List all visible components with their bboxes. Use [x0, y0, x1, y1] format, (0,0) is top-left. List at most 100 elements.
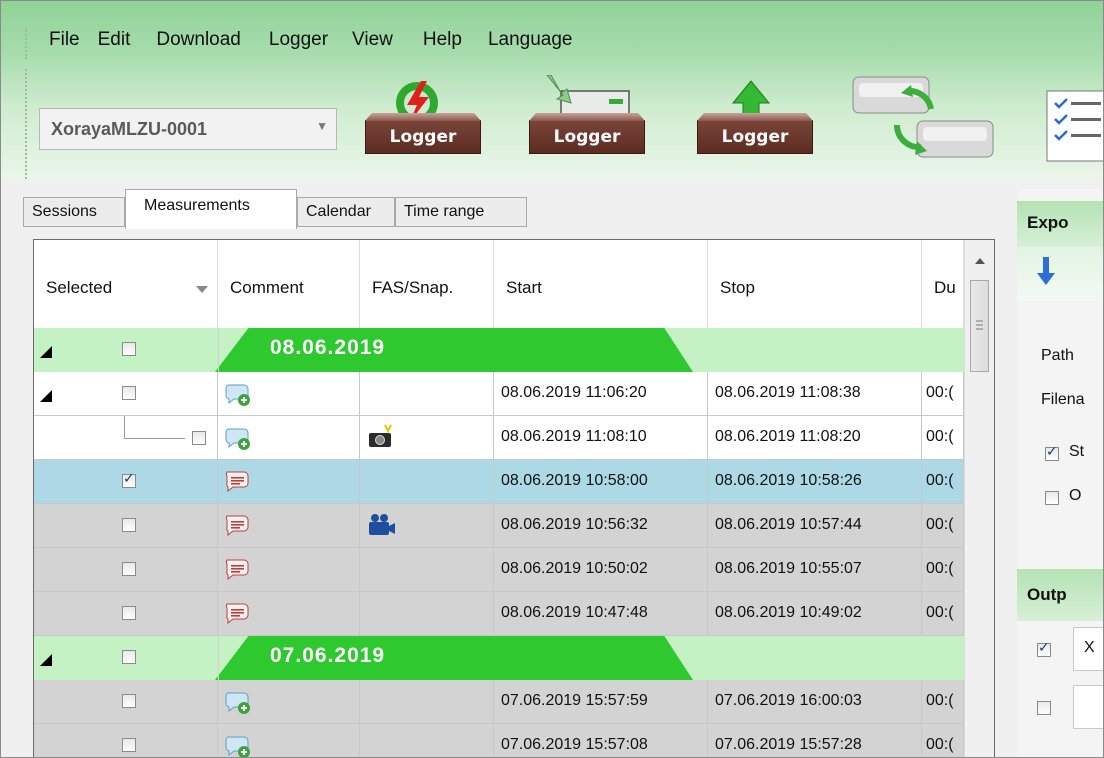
menu-file[interactable]: File — [45, 29, 94, 57]
comment-add-icon[interactable] — [224, 733, 252, 758]
snap-cell[interactable] — [360, 504, 494, 548]
column-header-stop[interactable]: Stop — [708, 240, 922, 328]
output-checkbox-1[interactable] — [1037, 640, 1051, 657]
comment-cell[interactable] — [218, 416, 360, 460]
column-header-fas-snap[interactable]: FAS/Snap. — [360, 240, 494, 328]
collapse-icon[interactable] — [40, 654, 52, 666]
menu-download[interactable]: Download — [152, 29, 265, 57]
column-header-start[interactable]: Start — [494, 240, 708, 328]
comment-cell[interactable] — [218, 460, 360, 504]
table-cell[interactable] — [34, 460, 218, 504]
comment-add-icon[interactable] — [224, 381, 252, 407]
comment-text-icon[interactable] — [224, 469, 252, 495]
arrow-down-icon[interactable] — [1031, 253, 1071, 293]
column-header-comment[interactable]: Comment — [218, 240, 360, 328]
logger-download-button[interactable]: Logger — [527, 75, 651, 157]
table-row[interactable]: 07.06.2019 15:57:59 07.06.2019 16:00:03 00… — [34, 680, 964, 724]
output-field-2[interactable] — [1073, 685, 1103, 729]
group-checkbox[interactable] — [122, 342, 136, 356]
output-field-1[interactable]: X — [1073, 627, 1103, 671]
row-checkbox[interactable] — [122, 738, 136, 752]
comment-cell[interactable] — [218, 372, 360, 416]
snap-cell[interactable] — [360, 372, 494, 416]
menu-view[interactable]: View — [348, 29, 419, 57]
column-header-selected[interactable]: Selected — [34, 240, 218, 328]
snap-cell[interactable] — [360, 724, 494, 757]
comment-add-icon[interactable] — [224, 425, 252, 451]
row-checkbox[interactable] — [192, 431, 206, 445]
menu-help[interactable]: Help — [419, 29, 484, 57]
vertical-scrollbar[interactable] — [964, 240, 995, 757]
tab-sessions[interactable]: Sessions — [23, 197, 125, 227]
table-cell[interactable] — [34, 548, 218, 592]
tab-measurements[interactable]: Measurements — [125, 189, 297, 229]
start-cell: 08.06.2019 10:58:00 — [494, 460, 708, 504]
option-checkbox-o[interactable] — [1045, 491, 1059, 505]
snap-cell[interactable] — [360, 460, 494, 504]
checklist-button[interactable] — [1045, 89, 1103, 169]
column-header-duration[interactable]: Du — [922, 240, 964, 328]
logger-badge: Logger — [529, 120, 645, 154]
sort-dropdown-icon[interactable] — [196, 286, 208, 293]
table-row[interactable]: 07.06.2019 15:57:08 07.06.2019 15:57:28 00… — [34, 724, 964, 758]
logger-upload-button[interactable]: Logger — [695, 75, 819, 157]
option-checkbox-st[interactable] — [1045, 444, 1059, 461]
menu-edit[interactable]: Edit — [94, 29, 153, 57]
collapse-icon[interactable] — [40, 390, 52, 402]
row-checkbox[interactable] — [122, 562, 136, 576]
comment-cell[interactable] — [218, 592, 360, 636]
table-row[interactable]: 08.06.2019 11:06:20 08.06.2019 11:08:38 00… — [34, 372, 964, 416]
menu-logger[interactable]: Logger — [265, 29, 348, 57]
row-checkbox[interactable] — [122, 694, 136, 708]
export-toolbar — [1017, 247, 1103, 301]
table-cell[interactable] — [34, 592, 218, 636]
grid-header: Selected Comment FAS/Snap. Start Stop Du — [34, 240, 964, 329]
comment-cell[interactable] — [218, 724, 360, 758]
menu-language[interactable]: Language — [484, 29, 587, 57]
camera-icon — [369, 424, 392, 447]
snap-cell[interactable] — [360, 592, 494, 636]
comment-text-icon[interactable] — [224, 513, 252, 539]
scroll-up-icon[interactable] — [965, 248, 995, 272]
table-cell[interactable] — [34, 372, 218, 416]
ribbon-toolbar: File Edit Download Logger View Help Lang… — [1, 1, 1103, 179]
stop-cell: 07.06.2019 15:57:28 — [708, 724, 922, 757]
snap-cell[interactable] — [360, 548, 494, 592]
table-cell[interactable] — [34, 680, 218, 724]
snap-cell[interactable] — [360, 680, 494, 724]
row-checkbox[interactable] — [122, 606, 136, 620]
comment-text-icon[interactable] — [224, 601, 252, 627]
output-checkbox-2[interactable] — [1037, 701, 1051, 715]
row-checkbox[interactable] — [122, 471, 136, 488]
device-combobox[interactable]: XorayaMLZU-0001 ▼ — [39, 108, 337, 150]
comment-cell[interactable] — [218, 504, 360, 548]
comment-add-icon[interactable] — [224, 689, 252, 715]
table-row[interactable]: 08.06.2019 10:56:32 08.06.2019 10:57:44 00… — [34, 504, 964, 548]
column-divider — [218, 636, 219, 680]
row-checkbox[interactable] — [122, 518, 136, 532]
snap-cell[interactable] — [360, 416, 494, 460]
group-checkbox[interactable] — [122, 650, 136, 664]
comment-cell[interactable] — [218, 680, 360, 724]
table-row[interactable]: 08.06.2019 11:08:10 08.06.2019 11:08:20 00… — [34, 416, 964, 460]
scrollbar-thumb[interactable] — [970, 280, 989, 372]
table-cell[interactable] — [34, 416, 218, 460]
logger-connect-button[interactable]: Logger — [363, 75, 487, 157]
column-divider — [218, 328, 219, 372]
row-checkbox[interactable] — [122, 386, 136, 400]
table-row[interactable]: 08.06.2019 10:58:0008.06.2019 10:58:2600… — [34, 460, 964, 504]
chevron-down-icon[interactable]: ▼ — [316, 119, 328, 133]
comment-cell[interactable] — [218, 548, 360, 592]
table-cell[interactable] — [34, 724, 218, 757]
table-row[interactable]: 08.06.2019 10:47:48 08.06.2019 10:49:02 00… — [34, 592, 964, 636]
group-date-label: 08.06.2019 — [270, 336, 386, 359]
comment-text-icon[interactable] — [224, 557, 252, 583]
device-combobox-value: XorayaMLZU-0001 — [51, 119, 208, 139]
table-row[interactable]: 08.06.2019 10:50:02 08.06.2019 10:55:07 00… — [34, 548, 964, 592]
table-cell[interactable] — [34, 504, 218, 548]
sync-drives-button[interactable] — [847, 63, 1003, 163]
tab-calendar[interactable]: Calendar — [297, 197, 395, 227]
tab-time-range[interactable]: Time range — [395, 197, 527, 227]
video-camera-icon — [369, 514, 395, 535]
collapse-icon[interactable] — [40, 346, 52, 358]
